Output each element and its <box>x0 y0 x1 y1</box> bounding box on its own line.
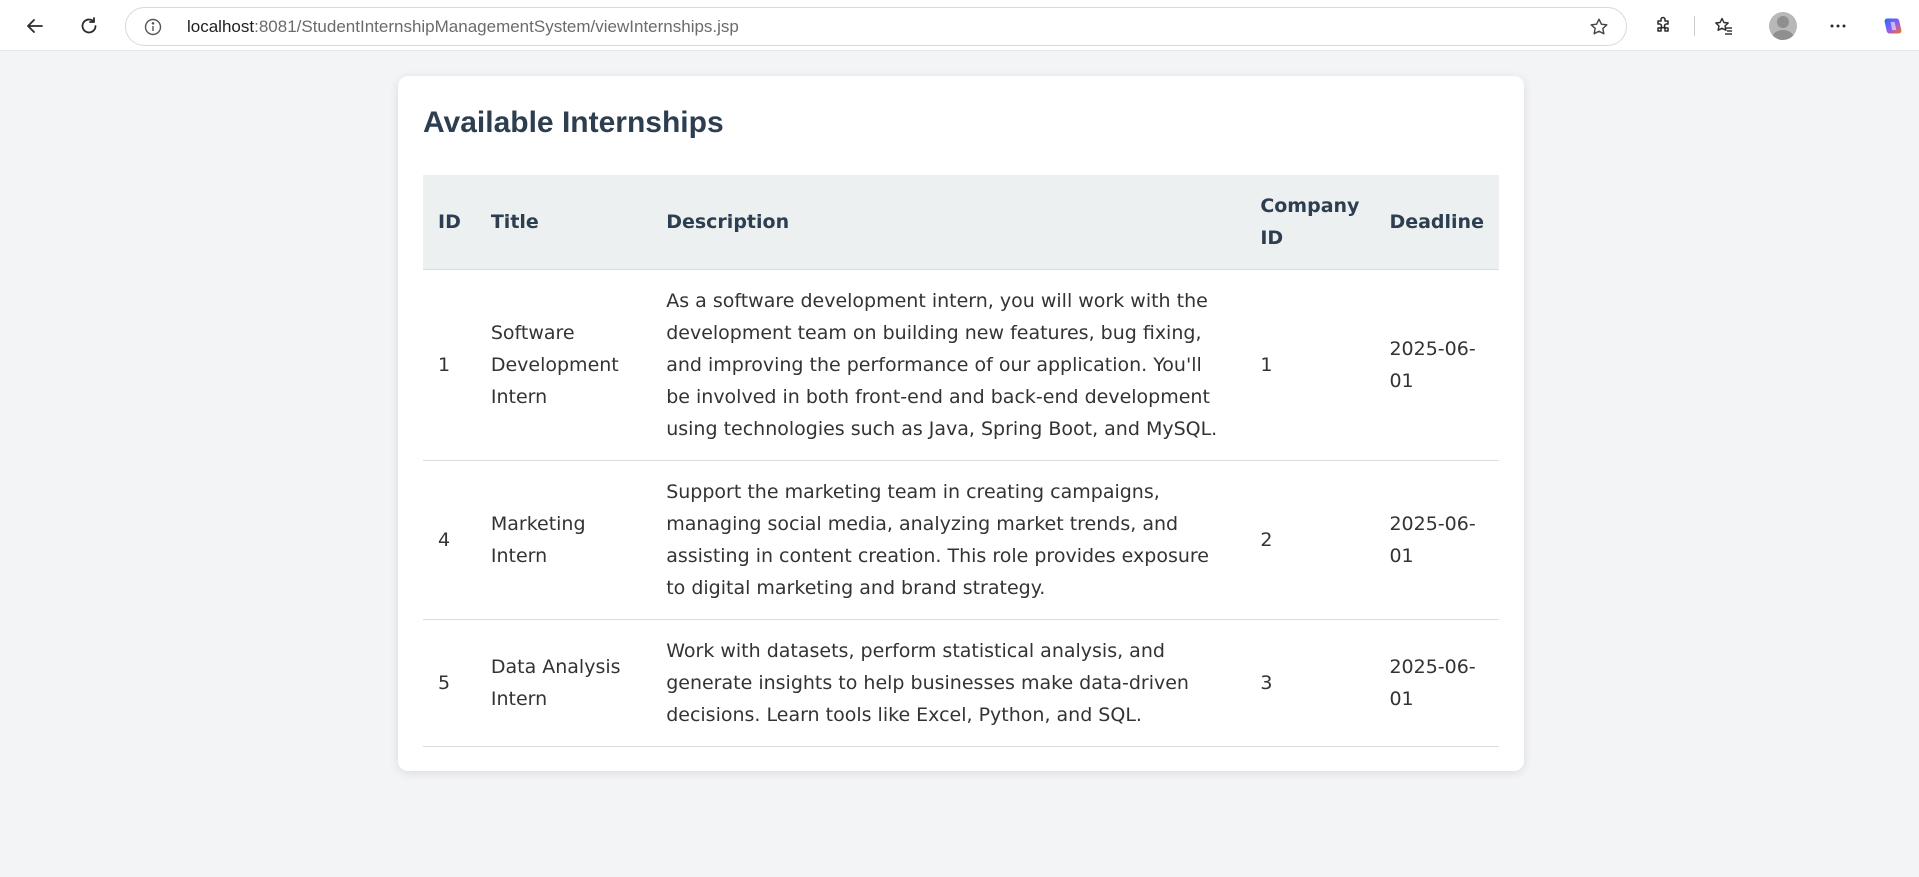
url-path: :8081/StudentInternshipManagementSystem/… <box>254 17 739 36</box>
star-icon[interactable] <box>1588 16 1610 38</box>
cell-id: 5 <box>423 619 476 747</box>
info-icon[interactable] <box>144 18 162 36</box>
cell-title: Software Development Intern <box>475 269 652 461</box>
internships-card: Available Internships ID Title Descripti… <box>398 76 1524 771</box>
back-button[interactable] <box>17 8 53 44</box>
cell-description: Support the marketing team in creating c… <box>651 460 1246 620</box>
table-row: 1 Software Development Intern As a softw… <box>423 269 1499 461</box>
table-row: 5 Data Analysis Intern Work with dataset… <box>423 619 1499 747</box>
extensions-icon <box>1657 16 1669 32</box>
cell-company-id: 1 <box>1245 269 1375 461</box>
cell-deadline: 2025-06-01 <box>1374 269 1499 461</box>
avatar-icon <box>1769 12 1797 40</box>
favorites-icon <box>1715 17 1732 35</box>
cell-description: Work with datasets, perform statistical … <box>651 619 1246 747</box>
extensions-button[interactable] <box>1645 8 1681 44</box>
address-bar[interactable]: localhost:8081/StudentInternshipManageme… <box>125 7 1627 46</box>
header-company-id: Company ID <box>1245 175 1375 270</box>
url-host: localhost <box>187 17 255 36</box>
more-icon <box>1830 24 1846 28</box>
page-content: Available Internships ID Title Descripti… <box>4 52 1919 877</box>
cell-deadline: 2025-06-01 <box>1374 460 1499 620</box>
cell-title: Data Analysis Intern <box>475 619 652 747</box>
cell-id: 4 <box>423 460 476 620</box>
cell-description: As a software development intern, you wi… <box>651 269 1246 461</box>
profile-button[interactable] <box>1765 8 1801 44</box>
browser-toolbar: localhost:8081/StudentInternshipManageme… <box>0 0 1919 51</box>
internships-table: ID Title Description Company ID Deadline… <box>423 175 1499 747</box>
cell-company-id: 2 <box>1245 460 1375 620</box>
header-id: ID <box>423 175 476 270</box>
reload-button[interactable] <box>71 8 107 44</box>
header-title: Title <box>475 175 652 270</box>
page-title: Available Internships <box>423 106 724 139</box>
table-row: 4 Marketing Intern Support the marketing… <box>423 460 1499 620</box>
cell-company-id: 3 <box>1245 619 1375 747</box>
toolbar-divider <box>1694 16 1695 36</box>
more-button[interactable] <box>1820 8 1856 44</box>
copilot-button[interactable] <box>1875 8 1911 44</box>
header-deadline: Deadline <box>1374 175 1499 270</box>
copilot-icon <box>1884 18 1902 34</box>
header-description: Description <box>651 175 1246 270</box>
cell-deadline: 2025-06-01 <box>1374 619 1499 747</box>
cell-title: Marketing Intern <box>475 460 652 620</box>
cell-id: 1 <box>423 269 476 461</box>
back-arrow-icon <box>27 19 43 33</box>
url-text[interactable]: localhost:8081/StudentInternshipManageme… <box>187 8 739 45</box>
reload-icon <box>81 17 97 34</box>
table-header-row: ID Title Description Company ID Deadline <box>423 175 1499 270</box>
favorites-button[interactable] <box>1706 8 1742 44</box>
